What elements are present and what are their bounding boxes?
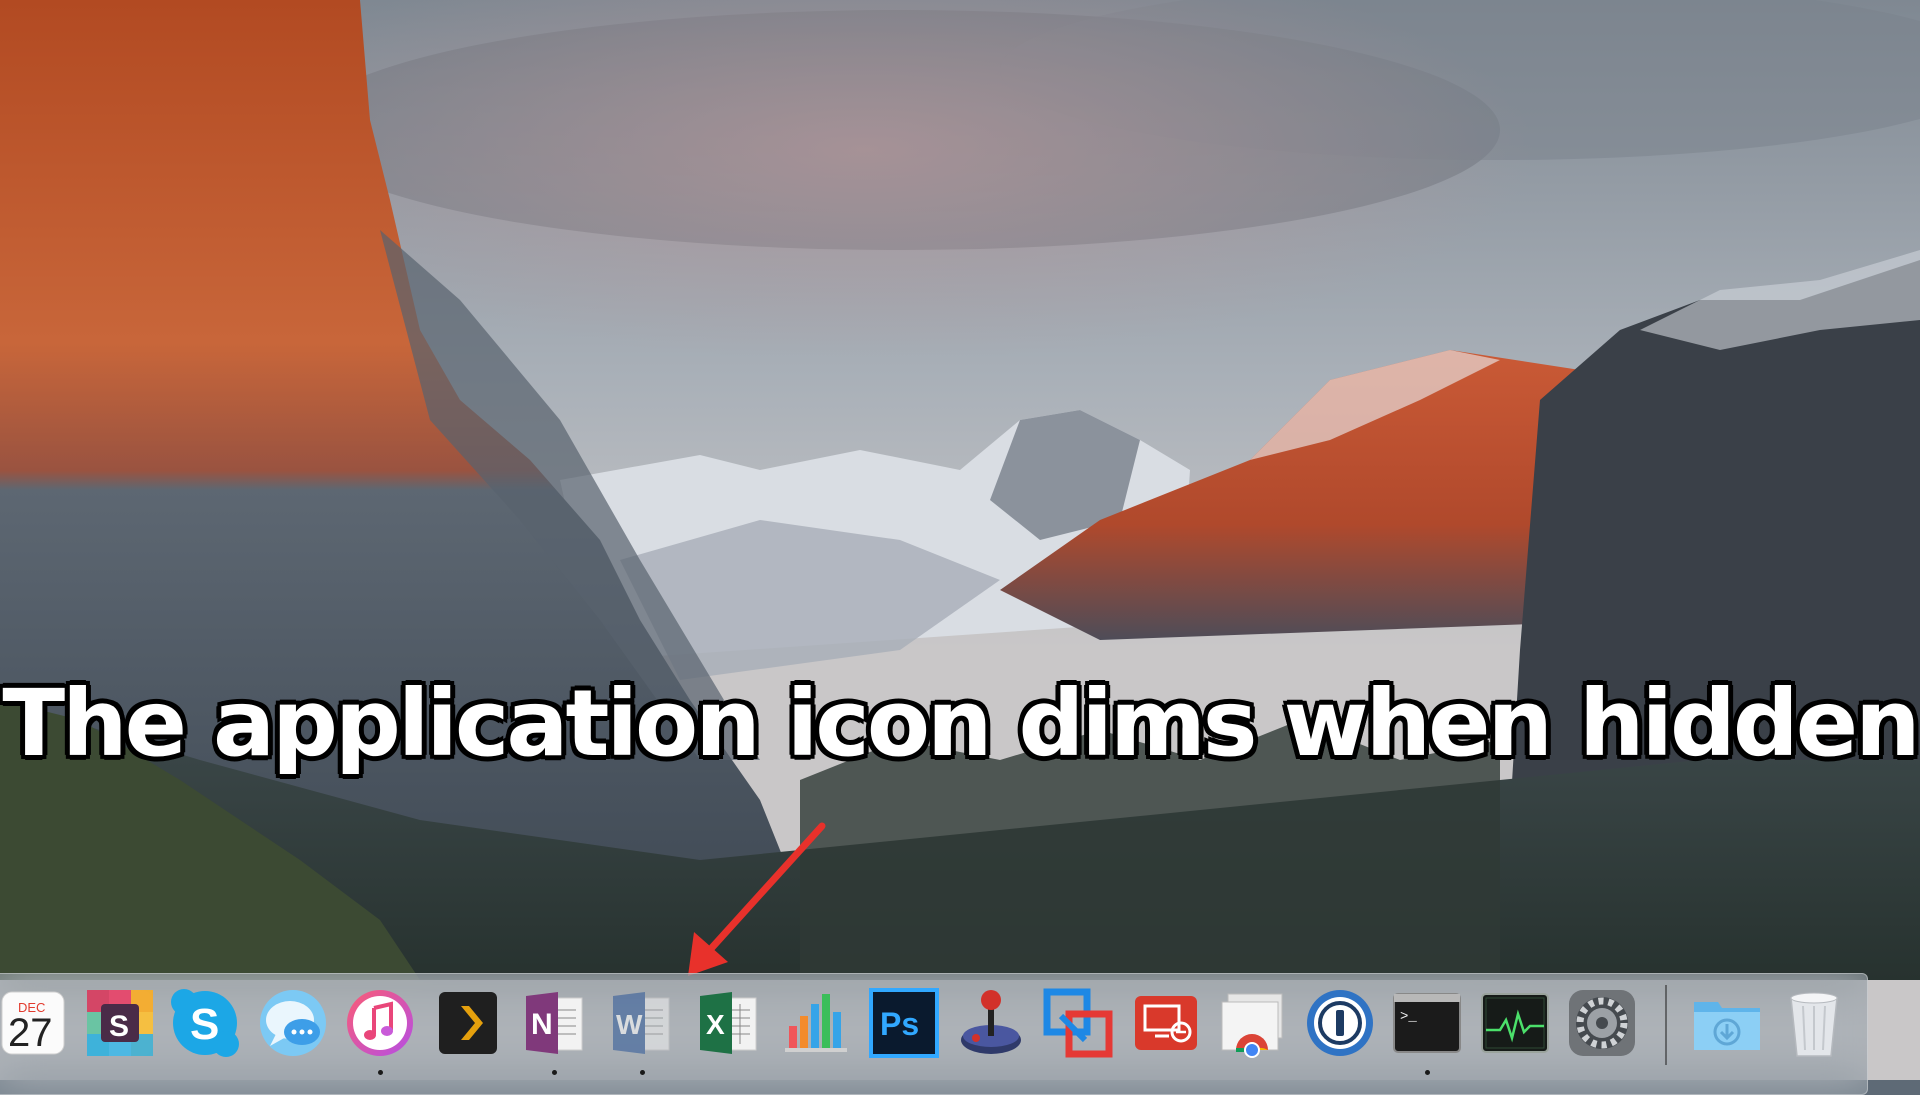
slack-icon: S — [87, 990, 153, 1056]
photoshop-letters: Ps — [880, 1006, 919, 1042]
dock-app-skype[interactable]: S — [168, 986, 242, 1060]
gear-icon — [1569, 990, 1635, 1056]
dock-app-word[interactable]: W — [605, 986, 679, 1060]
onenote-letter: N — [531, 1008, 553, 1041]
skype-letter: S — [190, 1000, 219, 1049]
dock-separator — [1665, 985, 1667, 1065]
onenote-icon: N — [526, 992, 583, 1054]
dock-app-slack[interactable]: S — [83, 986, 157, 1060]
excel-icon: X — [700, 992, 757, 1054]
dock-app-numbers[interactable] — [779, 986, 853, 1060]
skype-icon: S — [171, 989, 239, 1057]
vmware-icon — [1043, 988, 1113, 1058]
photoshop-icon: Ps — [869, 988, 939, 1058]
dock-folder-downloads[interactable] — [1690, 986, 1764, 1060]
terminal-prompt: >_ — [1400, 1009, 1417, 1025]
running-indicator-onenote — [552, 1070, 557, 1075]
numbers-icon — [785, 994, 847, 1052]
running-indicator-terminal — [1425, 1070, 1430, 1075]
dock-app-itunes[interactable] — [343, 986, 417, 1060]
chrome-icon — [1221, 993, 1283, 1058]
dock-app-messages[interactable] — [256, 986, 330, 1060]
downloads-folder-icon — [1694, 1002, 1760, 1050]
dock-app-system-preferences[interactable] — [1565, 986, 1639, 1060]
dock-app-onenote[interactable]: N — [518, 986, 592, 1060]
excel-letter: X — [706, 1009, 725, 1040]
caption-text: The application icon dims when hidden — [2, 670, 1920, 777]
dock-app-activity-monitor[interactable] — [1478, 986, 1552, 1060]
calendar-day: 27 — [8, 1011, 53, 1055]
word-letter: W — [616, 1009, 643, 1040]
wallpaper-landscape — [0, 0, 1920, 1080]
running-indicator-itunes — [378, 1070, 383, 1075]
joystick-icon — [961, 990, 1021, 1054]
terminal-icon: >_ — [1393, 993, 1461, 1053]
dock-app-vmware[interactable] — [1041, 986, 1115, 1060]
dock-app-chrome[interactable] — [1216, 986, 1290, 1060]
word-icon: W — [613, 992, 670, 1054]
plex-icon — [439, 992, 497, 1054]
dock-app-arcade[interactable] — [954, 986, 1028, 1060]
dock-app-excel[interactable]: X — [692, 986, 766, 1060]
dock-app-plex[interactable] — [431, 986, 505, 1060]
dock-app-calendar[interactable]: DEC 27 — [0, 986, 70, 1060]
dock-app-terminal[interactable]: >_ — [1390, 986, 1464, 1060]
running-indicator-word — [640, 1070, 645, 1075]
messages-icon — [260, 990, 326, 1056]
remote-desktop-icon — [1135, 996, 1197, 1050]
desktop-wallpaper — [0, 0, 1920, 1080]
activity-monitor-icon — [1481, 993, 1549, 1053]
trash-icon — [1790, 992, 1838, 1057]
dock-app-remote-desktop[interactable] — [1129, 986, 1203, 1060]
onepassword-icon — [1307, 990, 1373, 1056]
dock-app-1password[interactable] — [1303, 986, 1377, 1060]
dock-app-photoshop[interactable]: Ps — [867, 986, 941, 1060]
calendar-icon: DEC 27 — [1, 991, 65, 1055]
dock-trash[interactable] — [1777, 986, 1851, 1060]
slack-letter: S — [109, 1010, 129, 1043]
itunes-icon — [347, 990, 413, 1056]
